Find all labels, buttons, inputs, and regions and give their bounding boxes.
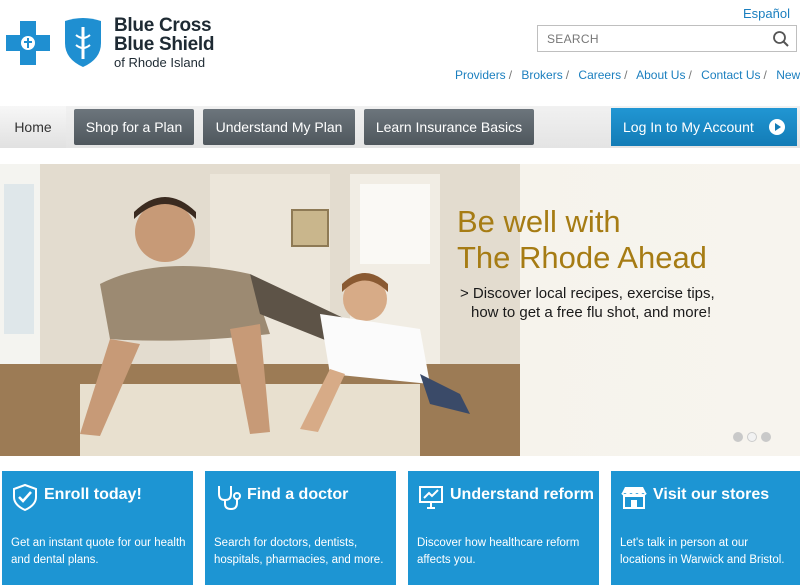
nav-shop-for-a-plan[interactable]: Shop for a Plan [74, 109, 194, 145]
search-icon[interactable] [772, 30, 790, 48]
logo-line-2: Blue Shield [114, 34, 215, 55]
login-button[interactable]: Log In to My Account [611, 108, 797, 146]
hero-photo [0, 164, 520, 456]
utility-links: Providers / Brokers / Careers / About Us / C… [455, 68, 800, 82]
card-title: Find a doctor [247, 486, 349, 503]
hero-body-line-2: how to get a free flu shot, and more! [471, 304, 712, 321]
carousel-dots [733, 432, 771, 442]
arrow-right-icon [769, 119, 785, 135]
hero-banner[interactable]: Be well with The Rhode Ahead > Discover … [0, 164, 800, 456]
nav-learn-insurance-basics[interactable]: Learn Insurance Basics [364, 109, 534, 145]
monitor-icon [419, 486, 443, 509]
card-find-a-doctor[interactable]: Find a doctor Search for doctors, dentis… [205, 471, 396, 585]
carousel-dot[interactable] [761, 432, 771, 442]
site-header: Blue Cross Blue Shield of Rhode Island E… [0, 0, 800, 110]
stethoscope-icon [218, 486, 241, 511]
card-visit-our-stores[interactable]: Visit our stores Let's talk in person at… [611, 471, 800, 585]
about-us-link[interactable]: About Us [636, 68, 685, 82]
carousel-dot-active[interactable] [747, 432, 757, 442]
hero-headline: Be well with The Rhode Ahead [457, 204, 707, 276]
card-understand-reform[interactable]: Understand reform Discover how healthcar… [408, 471, 599, 585]
logo-text: Blue Cross Blue Shield of Rhode Island [114, 16, 214, 69]
hero-body-line-1: > Discover local recipes, exercise tips, [460, 285, 715, 302]
contact-us-link[interactable]: Contact Us [701, 68, 760, 82]
card-title: Visit our stores [653, 486, 770, 503]
storefront-icon [621, 487, 647, 509]
hero-headline-line-1: Be well with [457, 204, 621, 239]
search-input[interactable] [538, 26, 758, 51]
hero-body[interactable]: > Discover local recipes, exercise tips,… [460, 284, 715, 322]
login-label: Log In to My Account [623, 119, 754, 135]
card-title: Understand reform [450, 486, 595, 503]
search-box [537, 25, 797, 52]
card-description: Get an instant quote for our health and … [11, 537, 186, 566]
blue-shield-logo-icon [65, 17, 101, 67]
card-description: Search for doctors, dentists, hospitals,… [214, 537, 384, 566]
nav-understand-my-plan[interactable]: Understand My Plan [203, 109, 355, 145]
careers-link[interactable]: Careers [578, 68, 621, 82]
shield-check-icon [13, 483, 37, 511]
card-description: Discover how healthcare reform affects y… [417, 537, 580, 566]
card-title: Enroll today! [44, 486, 142, 503]
news-link[interactable]: News [776, 68, 800, 82]
card-enroll-today[interactable]: Enroll today! Get an instant quote for o… [2, 471, 193, 585]
carousel-dot[interactable] [733, 432, 743, 442]
hero-headline-line-2: The Rhode Ahead [457, 240, 707, 275]
nav-home[interactable]: Home [0, 106, 66, 148]
logo-line-3: of Rhode Island [114, 55, 206, 70]
blue-cross-logo-icon [6, 20, 50, 65]
brokers-link[interactable]: Brokers [521, 68, 562, 82]
providers-link[interactable]: Providers [455, 68, 506, 82]
main-nav: Home Shop for a Plan Understand My Plan … [0, 106, 800, 148]
bcbsri-logo[interactable]: Blue Cross Blue Shield of Rhode Island [6, 16, 214, 69]
card-description: Let's talk in person at our locations in… [620, 537, 785, 566]
logo-line-1: Blue Cross [114, 15, 212, 36]
espanol-link[interactable]: Español [743, 6, 790, 21]
